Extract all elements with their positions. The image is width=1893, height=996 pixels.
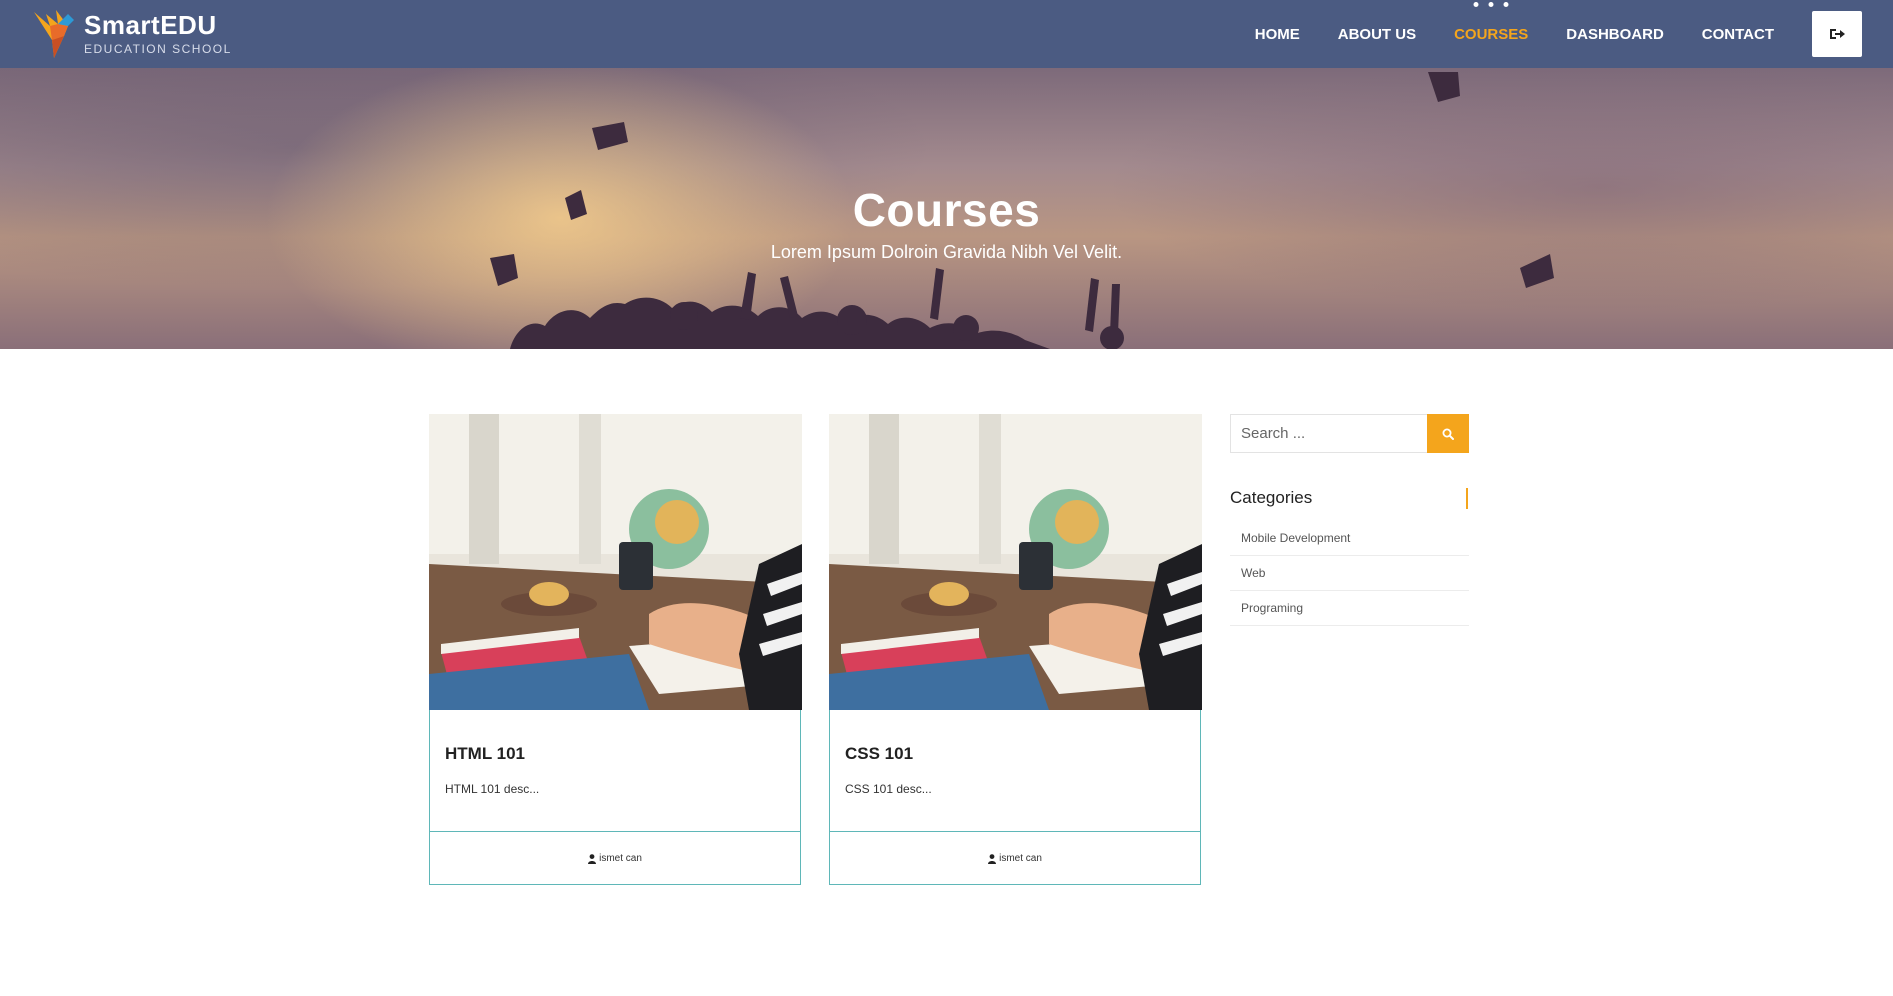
brand-name: SmartEDU [84, 10, 217, 40]
search-icon [1442, 428, 1454, 440]
search-button[interactable] [1427, 414, 1469, 453]
course-card[interactable]: HTML 101 HTML 101 desc... ismet can [429, 414, 802, 885]
course-description: CSS 101 desc... [845, 782, 932, 796]
user-icon [588, 853, 597, 864]
categories-accent-bar [1466, 488, 1468, 509]
categories-heading: Categories [1230, 488, 1313, 507]
logout-button[interactable] [1812, 11, 1862, 57]
brand-logo-link[interactable]: SmartEDU EDUCATION SCHOOL [28, 6, 232, 62]
bird-logo-icon [34, 10, 74, 58]
sign-out-icon [1830, 29, 1845, 39]
page-hero: Courses Lorem Ipsum Dolroin Gravida Nibh… [0, 68, 1893, 349]
nav-courses-label: COURSES [1454, 25, 1529, 43]
nav-contact[interactable]: CONTACT [1702, 26, 1774, 43]
course-card[interactable]: CSS 101 CSS 101 desc... ismet can [829, 414, 1202, 885]
nav-courses[interactable]: COURSES [1454, 1, 1529, 43]
search-form [1230, 414, 1469, 453]
search-input[interactable] [1230, 414, 1427, 453]
user-icon [988, 853, 997, 864]
course-image [829, 414, 1202, 710]
nav-about-us[interactable]: ABOUT US [1338, 26, 1416, 43]
course-image [429, 414, 802, 710]
category-link-mobile-development[interactable]: Mobile Development [1230, 521, 1469, 556]
course-author-name: ismet can [999, 853, 1042, 864]
page-title: Courses [852, 184, 1041, 236]
category-list: Mobile Development Web Programing [1230, 521, 1469, 626]
course-description: HTML 101 desc... [445, 782, 540, 796]
category-link-programing[interactable]: Programing [1230, 591, 1469, 626]
course-author-name: ismet can [599, 853, 642, 864]
nav-home[interactable]: HOME [1255, 26, 1300, 43]
main-nav: HOME ABOUT US COURSES DASHBOARD CONTACT [1255, 0, 1893, 68]
course-thumbnail[interactable] [829, 414, 1202, 710]
course-author[interactable]: ismet can [430, 831, 800, 885]
course-author[interactable]: ismet can [830, 831, 1200, 885]
page-subtitle: Lorem Ipsum Dolroin Gravida Nibh Vel Vel… [770, 242, 1123, 262]
category-link-web[interactable]: Web [1230, 556, 1469, 591]
course-title[interactable]: HTML 101 [445, 744, 525, 764]
active-indicator-dots [1473, 1, 1509, 7]
brand-tagline: EDUCATION SCHOOL [84, 42, 232, 56]
course-thumbnail[interactable] [429, 414, 802, 710]
nav-dashboard[interactable]: DASHBOARD [1566, 26, 1664, 43]
course-title[interactable]: CSS 101 [845, 744, 913, 764]
top-navbar: SmartEDU EDUCATION SCHOOL HOME ABOUT US … [0, 0, 1893, 68]
